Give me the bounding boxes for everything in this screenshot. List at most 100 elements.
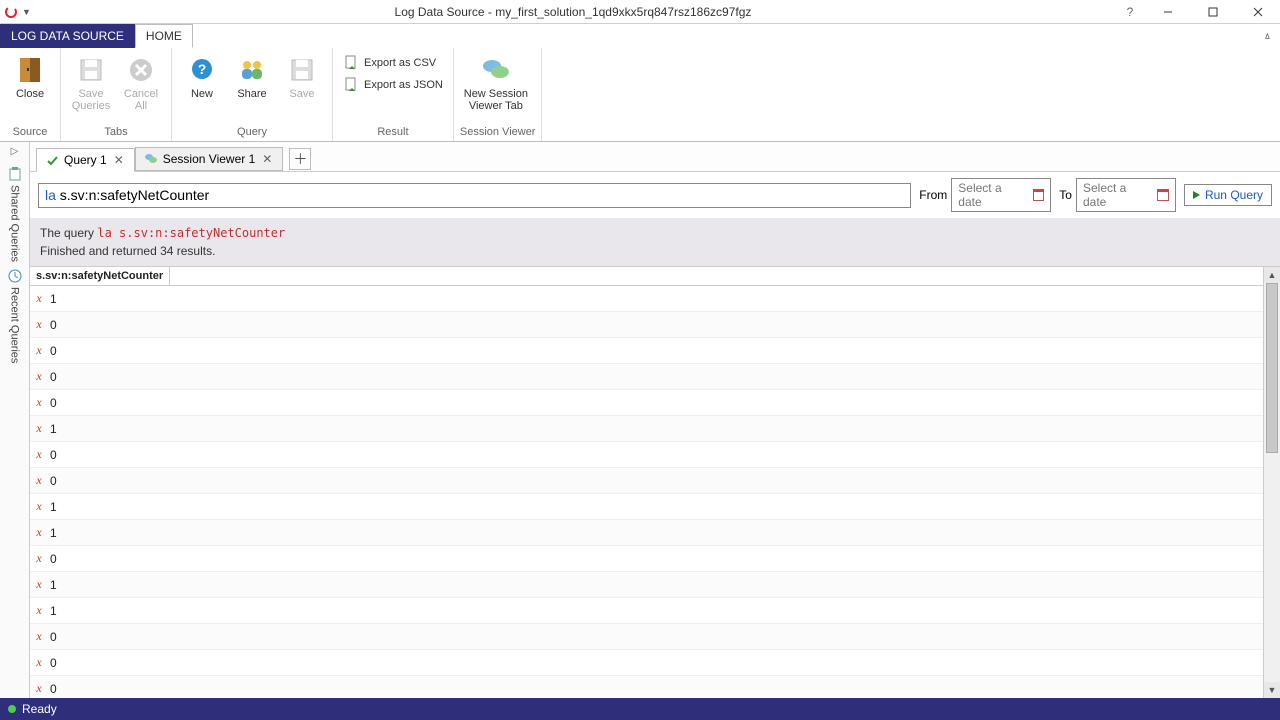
table-row[interactable]: x1	[30, 494, 1263, 520]
ribbon-tab-log-data-source[interactable]: LOG DATA SOURCE	[0, 24, 135, 48]
table-row[interactable]: x0	[30, 468, 1263, 494]
variable-x-icon: x	[30, 629, 48, 644]
calendar-icon	[1157, 189, 1169, 201]
query-bar: la s.sv:n:safetyNetCounter From Select a…	[30, 172, 1280, 218]
cell-value: 1	[48, 292, 57, 306]
cancel-circle-icon	[125, 54, 157, 86]
export-csv-button[interactable]: Export as CSV	[339, 52, 447, 74]
variable-x-icon: x	[30, 603, 48, 618]
workspace: ▷ Shared Queries Recent Queries Query 1 …	[0, 142, 1280, 698]
clock-icon	[7, 268, 23, 284]
scroll-down-icon[interactable]: ▼	[1264, 682, 1280, 698]
from-date-picker[interactable]: Select a date	[951, 178, 1051, 212]
to-date-picker[interactable]: Select a date	[1076, 178, 1176, 212]
people-icon	[236, 54, 268, 86]
query-result-message: The query la s.sv:n:safetyNetCounter Fin…	[30, 218, 1280, 266]
table-row[interactable]: x0	[30, 390, 1263, 416]
cell-value: 0	[48, 344, 57, 358]
table-row[interactable]: x0	[30, 624, 1263, 650]
table-header: s.sv:n:safetyNetCounter	[30, 267, 1263, 286]
cell-value: 0	[48, 682, 57, 696]
cell-value: 0	[48, 370, 57, 384]
variable-x-icon: x	[30, 551, 48, 566]
ribbon-collapse-icon[interactable]: ㅿ	[1255, 24, 1280, 48]
results-table: s.sv:n:safetyNetCounter x1x0x0x0x0x1x0x0…	[30, 267, 1263, 698]
cell-value: 0	[48, 318, 57, 332]
expand-side-panel-icon[interactable]: ▷	[11, 146, 19, 160]
cell-value: 0	[48, 630, 57, 644]
floppy-icon	[286, 54, 318, 86]
table-row[interactable]: x0	[30, 312, 1263, 338]
tab-close-icon[interactable]: ✕	[260, 152, 274, 166]
table-row[interactable]: x0	[30, 364, 1263, 390]
save-query-button[interactable]: Save	[278, 50, 326, 100]
ribbon-group-query: ? New Share Save Query	[172, 48, 333, 141]
maximize-button[interactable]	[1190, 0, 1235, 24]
table-row[interactable]: x1	[30, 598, 1263, 624]
tab-session-viewer-1[interactable]: Session Viewer 1 ✕	[135, 147, 284, 171]
table-row[interactable]: x0	[30, 676, 1263, 698]
qat-dropdown-icon[interactable]: ▼	[22, 7, 31, 17]
variable-x-icon: x	[30, 681, 48, 696]
table-row[interactable]: x1	[30, 520, 1263, 546]
variable-x-icon: x	[30, 655, 48, 670]
app-icon	[4, 5, 18, 19]
play-icon	[1193, 191, 1200, 199]
ribbon-group-session-viewer: New Session Viewer Tab Session Viewer	[454, 48, 543, 141]
tab-close-icon[interactable]: ✕	[112, 153, 126, 167]
query-input[interactable]: la s.sv:n:safetyNetCounter	[38, 183, 911, 208]
cell-value: 1	[48, 500, 57, 514]
save-queries-button[interactable]: Save Queries	[67, 50, 115, 112]
variable-x-icon: x	[30, 421, 48, 436]
table-row[interactable]: x0	[30, 338, 1263, 364]
ribbon-tab-strip: LOG DATA SOURCE HOME ㅿ	[0, 24, 1280, 48]
variable-x-icon: x	[30, 447, 48, 462]
question-bubble-icon: ?	[186, 54, 218, 86]
ribbon-group-result: Export as CSV Export as JSON Result	[333, 48, 454, 141]
table-body: x1x0x0x0x0x1x0x0x1x1x0x1x1x0x0x0	[30, 286, 1263, 698]
scroll-thumb[interactable]	[1266, 283, 1278, 453]
ribbon-group-label: Session Viewer	[460, 124, 536, 141]
table-row[interactable]: x1	[30, 286, 1263, 312]
vertical-scrollbar[interactable]: ▲ ▼	[1263, 267, 1280, 698]
title-bar: ▼ Log Data Source - my_first_solution_1q…	[0, 0, 1280, 24]
tab-query-1[interactable]: Query 1 ✕	[36, 148, 135, 172]
calendar-icon	[1033, 189, 1045, 201]
table-row[interactable]: x0	[30, 442, 1263, 468]
status-bar: Ready	[0, 698, 1280, 720]
cell-value: 0	[48, 448, 57, 462]
scroll-up-icon[interactable]: ▲	[1264, 267, 1280, 283]
run-query-button[interactable]: Run Query	[1184, 184, 1272, 206]
help-button[interactable]: ?	[1115, 5, 1145, 19]
variable-x-icon: x	[30, 343, 48, 358]
main-area: Query 1 ✕ Session Viewer 1 ✕ ＋ la s.sv:n…	[30, 142, 1280, 698]
cancel-all-button[interactable]: Cancel All	[117, 50, 165, 112]
column-header[interactable]: s.sv:n:safetyNetCounter	[30, 267, 170, 285]
close-source-button[interactable]: Close	[6, 50, 54, 100]
table-row[interactable]: x0	[30, 546, 1263, 572]
chat-bubbles-icon	[144, 152, 158, 166]
table-row[interactable]: x1	[30, 572, 1263, 598]
scroll-track[interactable]	[1264, 283, 1280, 682]
shared-queries-panel-tab[interactable]: Shared Queries	[7, 166, 23, 262]
new-tab-button[interactable]: ＋	[289, 148, 311, 170]
export-json-button[interactable]: Export as JSON	[339, 74, 447, 96]
window-title: Log Data Source - my_first_solution_1qd9…	[31, 5, 1115, 19]
new-session-viewer-tab-button[interactable]: New Session Viewer Tab	[460, 50, 532, 112]
minimize-button[interactable]	[1145, 0, 1190, 24]
share-query-button[interactable]: Share	[228, 50, 276, 100]
close-window-button[interactable]	[1235, 0, 1280, 24]
cell-value: 1	[48, 526, 57, 540]
variable-x-icon: x	[30, 577, 48, 592]
table-row[interactable]: x1	[30, 416, 1263, 442]
ribbon-group-label: Query	[178, 124, 326, 141]
status-indicator-icon	[8, 705, 16, 713]
new-query-button[interactable]: ? New	[178, 50, 226, 100]
table-row[interactable]: x0	[30, 650, 1263, 676]
ribbon-group-source: Close Source	[0, 48, 61, 141]
ribbon-group-label: Result	[339, 124, 447, 141]
to-label: To	[1059, 188, 1072, 202]
variable-x-icon: x	[30, 291, 48, 306]
recent-queries-panel-tab[interactable]: Recent Queries	[7, 268, 23, 363]
ribbon-tab-home[interactable]: HOME	[135, 24, 193, 48]
